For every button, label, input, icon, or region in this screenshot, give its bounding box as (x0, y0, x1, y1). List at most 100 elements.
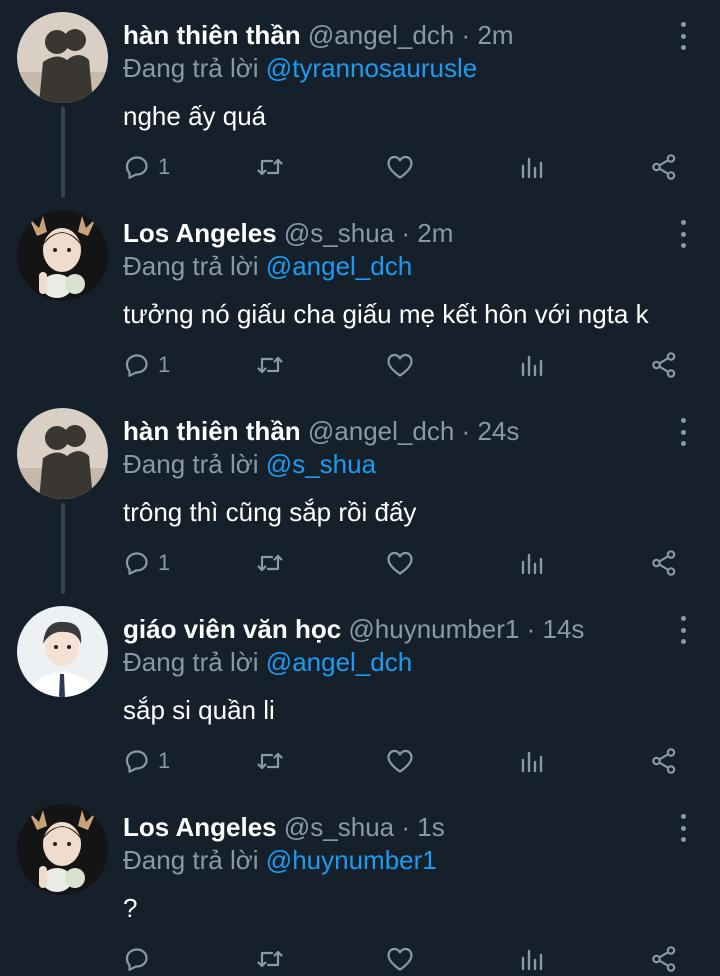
timestamp[interactable]: 2m (477, 20, 513, 50)
reply-button[interactable] (124, 942, 158, 976)
tweet-text: trông thì cũng sắp rồi đấy (123, 497, 417, 527)
separator: · (401, 812, 411, 842)
more-icon[interactable] (671, 616, 695, 644)
replying-to: Đang trả lời @angel_dch (123, 250, 412, 282)
retweet-button[interactable] (256, 942, 284, 976)
reply-count: 1 (158, 352, 171, 377)
retweet-button[interactable] (256, 348, 284, 382)
user-handle[interactable]: @s_shua (284, 812, 394, 842)
tweet-text: sắp si quần li (123, 695, 275, 725)
avatar[interactable] (17, 804, 108, 895)
stats-icon (521, 949, 543, 971)
more-icon[interactable] (671, 418, 695, 446)
stats-button[interactable] (519, 942, 545, 976)
retweet-button[interactable] (256, 744, 284, 778)
like-button[interactable] (386, 348, 414, 382)
stats-button[interactable] (519, 348, 545, 382)
avatar[interactable] (17, 408, 108, 499)
reply-count: 1 (158, 550, 171, 575)
display-name[interactable]: giáo viên văn học (123, 614, 341, 644)
replying-to-label: Đang trả lời (123, 251, 259, 281)
mention-link[interactable]: @angel_dch (266, 647, 412, 677)
more-icon[interactable] (671, 220, 695, 248)
share-button[interactable] (650, 348, 678, 382)
timestamp[interactable]: 14s (542, 614, 584, 644)
tweet-header: Los Angeles @s_shua · 2m (123, 216, 453, 250)
tweet[interactable]: Los Angeles @s_shua · 2m Đang trả lời @a… (0, 198, 720, 396)
timestamp[interactable]: 24s (477, 416, 519, 446)
reply-icon (125, 354, 148, 377)
stats-button[interactable] (519, 546, 545, 580)
heart-icon (387, 947, 413, 971)
share-button[interactable] (650, 546, 678, 580)
mention-link[interactable]: @huynumber1 (266, 845, 437, 875)
like-button[interactable] (386, 744, 414, 778)
more-icon[interactable] (671, 22, 695, 50)
mention-link[interactable]: @angel_dch (266, 251, 412, 281)
more-icon[interactable] (671, 814, 695, 842)
stats-button[interactable] (519, 744, 545, 778)
tweet[interactable]: hàn thiên thần @angel_dch · 24s Đang trả… (0, 396, 720, 594)
shadow-photo-avatar (17, 12, 108, 103)
separator: · (461, 20, 471, 50)
reply-thread: hàn thiên thần @angel_dch · 2m Đang trả … (0, 0, 720, 975)
display-name[interactable]: hàn thiên thần (123, 20, 301, 50)
mention-link[interactable]: @s_shua (266, 449, 376, 479)
shadow-photo-avatar (17, 408, 108, 499)
timestamp[interactable]: 1s (417, 812, 444, 842)
like-button[interactable] (386, 942, 414, 976)
share-icon (652, 352, 676, 378)
reply-icon (125, 750, 148, 773)
student-portrait-avatar (17, 606, 108, 697)
like-button[interactable] (386, 150, 414, 184)
avatar[interactable] (17, 12, 108, 103)
display-name[interactable]: Los Angeles (123, 218, 277, 248)
share-icon (652, 550, 676, 576)
mention-link[interactable]: @tyrannosaurusle (266, 53, 477, 83)
tweet-text: tưởng nó giấu cha giấu mẹ kết hôn với ng… (123, 299, 649, 329)
timestamp[interactable]: 2m (417, 218, 453, 248)
avatar[interactable] (17, 606, 108, 697)
share-icon (652, 946, 676, 972)
retweet-icon (257, 950, 283, 968)
stats-icon (521, 553, 543, 575)
reply-button[interactable]: 1 (124, 150, 170, 184)
user-handle[interactable]: @s_shua (284, 218, 394, 248)
share-button[interactable] (650, 150, 678, 184)
tweet-header: Los Angeles @s_shua · 1s (123, 810, 445, 844)
replying-to: Đang trả lời @huynumber1 (123, 844, 437, 876)
user-handle[interactable]: @huynumber1 (348, 614, 519, 644)
avatar[interactable] (17, 210, 108, 301)
replying-to-label: Đang trả lời (123, 647, 259, 677)
heart-icon (387, 749, 413, 773)
tweet[interactable]: giáo viên văn học @huynumber1 · 14s Đang… (0, 594, 720, 792)
action-bar: 1 (0, 744, 720, 778)
reply-button[interactable]: 1 (124, 546, 170, 580)
retweet-button[interactable] (256, 150, 284, 184)
stats-button[interactable] (519, 150, 545, 184)
share-icon (652, 154, 676, 180)
deer-portrait-avatar (17, 210, 108, 301)
replying-to: Đang trả lời @tyrannosaurusle (123, 52, 477, 84)
reply-icon (125, 552, 148, 575)
separator: · (461, 416, 471, 446)
tweet-header: giáo viên văn học @huynumber1 · 14s (123, 612, 584, 646)
tweet[interactable]: hàn thiên thần @angel_dch · 2m Đang trả … (0, 0, 720, 198)
user-handle[interactable]: @angel_dch (308, 416, 454, 446)
user-handle[interactable]: @angel_dch (308, 20, 454, 50)
share-button[interactable] (650, 744, 678, 778)
like-button[interactable] (386, 546, 414, 580)
replying-to: Đang trả lời @s_shua (123, 448, 376, 480)
share-icon (652, 748, 676, 774)
reply-button[interactable]: 1 (124, 744, 170, 778)
reply-button[interactable]: 1 (124, 348, 170, 382)
retweet-button[interactable] (256, 546, 284, 580)
retweet-icon (257, 752, 283, 770)
display-name[interactable]: hàn thiên thần (123, 416, 301, 446)
share-button[interactable] (650, 942, 678, 976)
reply-count: 1 (158, 748, 171, 773)
tweet[interactable]: Los Angeles @s_shua · 1s Đang trả lời @h… (0, 792, 720, 975)
retweet-icon (257, 356, 283, 374)
action-bar: 1 (0, 348, 720, 382)
display-name[interactable]: Los Angeles (123, 812, 277, 842)
